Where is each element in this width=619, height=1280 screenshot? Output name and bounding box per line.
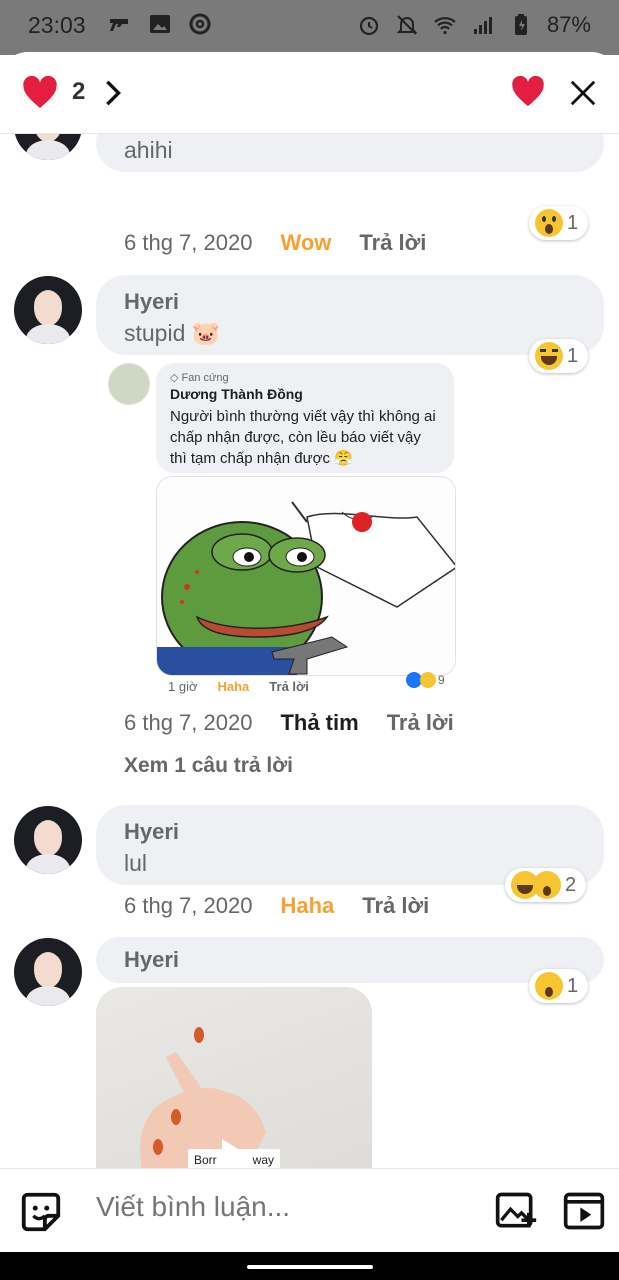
- comment-bubble[interactable]: Hyeri: [96, 937, 604, 983]
- avatar[interactable]: [14, 938, 82, 1006]
- comment-bubble[interactable]: ahihi: [96, 134, 604, 172]
- close-icon[interactable]: [568, 78, 598, 108]
- sticker-icon[interactable]: [18, 1189, 64, 1235]
- comment-composer: [0, 1168, 619, 1252]
- signal-icon: [473, 17, 492, 34]
- video-attachment[interactable]: Borr way: [96, 987, 372, 1168]
- shared-author-avatar[interactable]: [108, 363, 150, 405]
- video-player-icon[interactable]: [562, 1189, 606, 1233]
- comment-author[interactable]: Hyeri: [124, 945, 576, 975]
- wow-emoji-icon: [535, 209, 563, 237]
- reaction-summary[interactable]: 1: [529, 206, 589, 240]
- reaction-summary[interactable]: 1: [529, 339, 589, 373]
- fan-badge: ◇ Fan cứng: [170, 372, 229, 384]
- shared-author-name[interactable]: Dương Thành Đồng: [170, 386, 440, 402]
- shared-comment-bubble[interactable]: ◇ Fan cứng Dương Thành Đồng Người bình t…: [156, 363, 454, 473]
- status-bar: 23:03 87%: [0, 0, 619, 55]
- view-replies-link[interactable]: Xem 1 câu trả lời: [124, 754, 293, 778]
- at-sign-icon: [189, 13, 211, 35]
- comments-sheet: 2 ahihi 1 6 thg 7, 2020 Wow Trả lời Hyer…: [0, 52, 619, 1252]
- mute-bell-icon: [396, 15, 418, 35]
- shared-reactions[interactable]: 9: [406, 672, 445, 688]
- heart-like-button[interactable]: [511, 76, 545, 108]
- system-nav-bar: [0, 1252, 619, 1280]
- battery-percent: 87%: [546, 12, 591, 37]
- image-icon: [150, 15, 170, 33]
- status-right: 87%: [357, 12, 591, 38]
- heart-reaction-icon: [23, 76, 57, 108]
- reply-button[interactable]: Trả lời: [359, 230, 426, 256]
- shared-time: 1 giờ: [168, 679, 198, 694]
- reaction-count[interactable]: 2: [72, 78, 85, 106]
- haha-emoji-icon: [535, 342, 563, 370]
- shared-comment-meta: 1 giờ Haha Trả lời: [168, 679, 309, 694]
- comment-text: ahihi: [124, 137, 173, 163]
- reaction-summary[interactable]: 2: [505, 868, 587, 902]
- shared-react-button[interactable]: Haha: [218, 679, 250, 694]
- alarm-icon: [359, 16, 379, 36]
- comment-bubble[interactable]: Hyeri stupid 🐷: [96, 275, 604, 355]
- battery-icon: [514, 14, 527, 35]
- react-button[interactable]: Thả tim: [280, 710, 358, 736]
- status-time: 23:03: [28, 12, 86, 38]
- comment-date: 6 thg 7, 2020: [124, 710, 253, 735]
- comment-date: 6 thg 7, 2020: [124, 893, 253, 918]
- reaction-summary[interactable]: 1: [529, 969, 589, 1003]
- reply-button[interactable]: Trả lời: [387, 710, 454, 736]
- comment-input[interactable]: [96, 1191, 476, 1223]
- add-photo-icon[interactable]: [494, 1189, 538, 1233]
- comment-text: stupid 🐷: [124, 320, 221, 346]
- video-caption: Borr way: [188, 1149, 281, 1168]
- reaction-count: 2: [565, 873, 577, 896]
- sad-frog-image: [157, 477, 455, 675]
- chevron-right-icon[interactable]: [104, 79, 122, 107]
- reaction-count: 1: [567, 974, 579, 997]
- reaction-count: 1: [567, 211, 579, 234]
- wow-emoji-icon: [533, 871, 561, 899]
- gun-icon: [110, 19, 128, 31]
- shared-reply-button[interactable]: Trả lời: [269, 679, 309, 694]
- reply-button[interactable]: Trả lời: [362, 893, 429, 919]
- status-left-icons: [108, 12, 212, 36]
- wow-emoji-icon: [535, 972, 563, 1000]
- comment-author[interactable]: Hyeri: [124, 287, 576, 317]
- comment-meta: 6 thg 7, 2020 Thả tim Trả lời: [124, 710, 454, 736]
- diamond-icon: ◇: [170, 372, 182, 384]
- meme-image[interactable]: [156, 476, 456, 676]
- shared-comment-text: Người bình thường viết vậy thì không ai …: [170, 408, 436, 467]
- comments-feed[interactable]: ahihi 1 6 thg 7, 2020 Wow Trả lời Hyeri …: [0, 134, 619, 1168]
- home-gesture-handle[interactable]: [247, 1265, 373, 1269]
- react-button[interactable]: Wow: [280, 230, 331, 256]
- shared-reaction-count: 9: [438, 673, 445, 687]
- wifi-icon: [434, 17, 456, 35]
- haha-emoji-icon: [420, 672, 436, 688]
- comments-header: 2: [0, 52, 619, 134]
- react-button[interactable]: Haha: [280, 893, 334, 919]
- comment-author[interactable]: Hyeri: [124, 817, 576, 847]
- comment-meta: 6 thg 7, 2020 Haha Trả lời: [124, 893, 429, 919]
- comment-meta: 6 thg 7, 2020 Wow Trả lời: [124, 230, 426, 256]
- avatar[interactable]: [14, 134, 82, 160]
- comment-date: 6 thg 7, 2020: [124, 230, 253, 255]
- reaction-count: 1: [567, 344, 579, 367]
- avatar[interactable]: [14, 806, 82, 874]
- avatar[interactable]: [14, 276, 82, 344]
